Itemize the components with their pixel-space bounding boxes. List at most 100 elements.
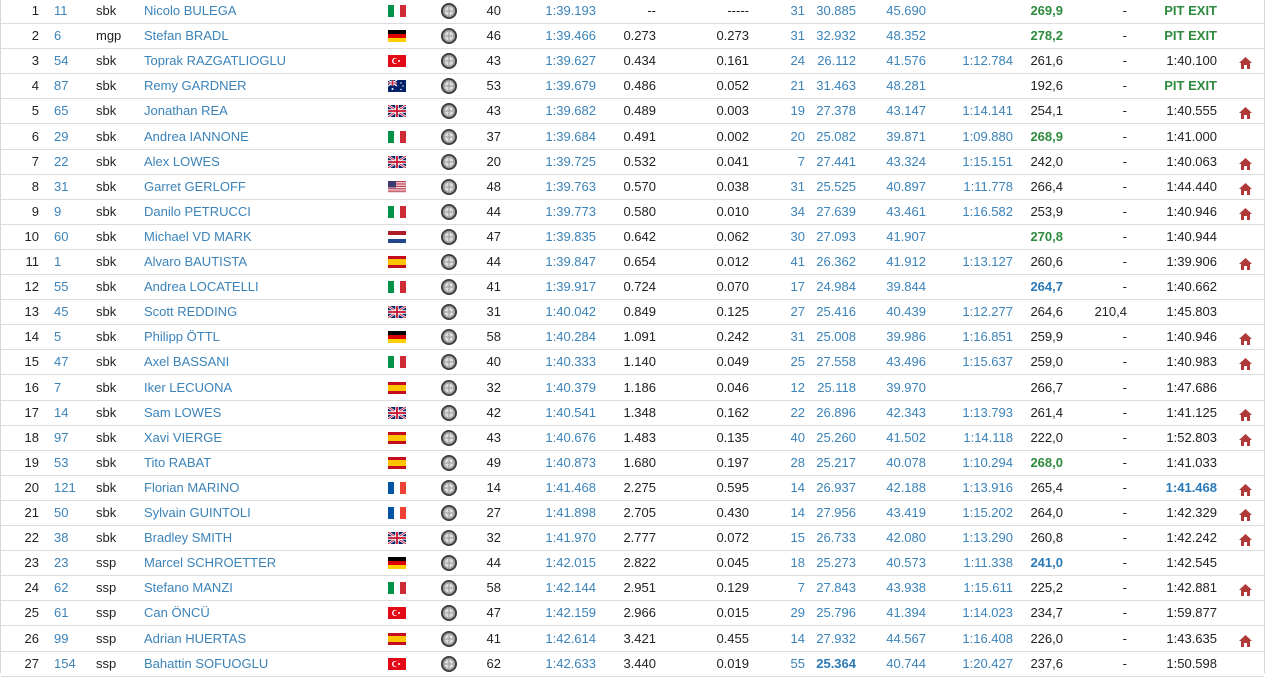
rider-name-link[interactable]: Jonathan REA [144, 99, 374, 123]
table-row: 1 11 sbk Nicolo BULEGA 40 1:39.193 -- ----- 31 30… [1, 0, 1264, 24]
rider-number-link[interactable]: 1 [54, 250, 90, 274]
rider-number-link[interactable]: 65 [54, 99, 90, 123]
sector-3-cell: 1:11.778 [963, 178, 1013, 194]
rider-name-link[interactable]: Alvaro BAUTISTA [144, 250, 374, 274]
best-time-link[interactable]: 1:39.466 [521, 24, 596, 48]
best-time-link[interactable]: 1:42.144 [521, 576, 596, 600]
tyre-icon [440, 27, 458, 45]
rider-number-link[interactable]: 29 [54, 125, 90, 149]
rider-name-link[interactable]: Axel BASSANI [144, 350, 374, 374]
rider-number-link[interactable]: 47 [54, 350, 90, 374]
rider-name-link[interactable]: Toprak RAZGATLIOGLU [144, 49, 374, 73]
rider-name-link[interactable]: Andrea LOCATELLI [144, 275, 374, 299]
best-time-link[interactable]: 1:39.679 [521, 74, 596, 98]
class-cell: mgp [96, 28, 122, 44]
best-time-link[interactable]: 1:41.898 [521, 501, 596, 525]
rider-number-link[interactable]: 53 [54, 451, 90, 475]
rider-name-link[interactable]: Stefano MANZI [144, 576, 374, 600]
rider-name-link[interactable]: Michael VD MARK [144, 225, 374, 249]
rider-number-link[interactable]: 61 [54, 601, 90, 625]
rider-name-link[interactable]: Philipp ÖTTL [144, 325, 374, 349]
rider-number-link[interactable]: 6 [54, 24, 90, 48]
rider-name-link[interactable]: Remy GARDNER [144, 74, 374, 98]
rider-number-link[interactable]: 60 [54, 225, 90, 249]
best-time-link[interactable]: 1:39.847 [521, 250, 596, 274]
best-time-link[interactable]: 1:42.614 [521, 627, 596, 651]
position-cell: 15 [24, 354, 39, 370]
rider-number-link[interactable]: 9 [54, 200, 90, 224]
rider-name-link[interactable]: Marcel SCHROETTER [144, 551, 374, 575]
rider-name-link[interactable]: Nicolo BULEGA [144, 0, 374, 23]
best-time-link[interactable]: 1:41.468 [521, 476, 596, 500]
rider-name-link[interactable]: Can ÖNCÜ [144, 601, 374, 625]
best-time-link[interactable]: 1:39.682 [521, 99, 596, 123]
rider-number-link[interactable]: 55 [54, 275, 90, 299]
best-time-link[interactable]: 1:42.633 [521, 652, 596, 676]
rider-number-link[interactable]: 99 [54, 627, 90, 651]
best-time-link[interactable]: 1:40.042 [521, 300, 596, 324]
country-flag-icon [388, 406, 406, 419]
rider-number-link[interactable]: 154 [54, 652, 90, 676]
rider-number-link[interactable]: 97 [54, 426, 90, 450]
last-lap-cell: PIT EXIT [1164, 3, 1217, 18]
rider-number-link[interactable]: 121 [54, 476, 90, 500]
rider-name-link[interactable]: Danilo PETRUCCI [144, 200, 374, 224]
gap-previous-cell: 0.273 [716, 28, 749, 44]
rider-name-link[interactable]: Alex LOWES [144, 150, 374, 174]
rider-name-link[interactable]: Bradley SMITH [144, 526, 374, 550]
rider-name-link[interactable]: Andrea IANNONE [144, 125, 374, 149]
class-cell: sbk [96, 404, 117, 420]
best-time-link[interactable]: 1:42.159 [521, 601, 596, 625]
rider-number-link[interactable]: 14 [54, 401, 90, 425]
sector-2-cell: 40.744 [886, 655, 926, 671]
best-lap-number-cell: 29 [790, 605, 805, 621]
rider-name-link[interactable]: Sam LOWES [144, 401, 374, 425]
rider-number-link[interactable]: 11 [54, 0, 90, 23]
rider-name-link[interactable]: Bahattin SOFUOGLU [144, 652, 374, 676]
best-time-link[interactable]: 1:40.541 [521, 401, 596, 425]
rider-number-link[interactable]: 62 [54, 576, 90, 600]
rider-name-link[interactable]: Scott REDDING [144, 300, 374, 324]
best-time-link[interactable]: 1:39.763 [521, 175, 596, 199]
table-row: 25 61 ssp Can ÖNCÜ 47 1:42.159 2.966 0.015 29 25.… [1, 601, 1264, 627]
best-time-link[interactable]: 1:39.684 [521, 125, 596, 149]
rider-name-link[interactable]: Stefan BRADL [144, 24, 374, 48]
rider-name-link[interactable]: Tito RABAT [144, 451, 374, 475]
best-time-link[interactable]: 1:39.917 [521, 275, 596, 299]
best-time-link[interactable]: 1:40.284 [521, 325, 596, 349]
best-time-link[interactable]: 1:40.379 [521, 376, 596, 400]
table-row: 19 53 sbk Tito RABAT 49 1:40.873 1.680 0.197 28 2… [1, 451, 1264, 476]
rider-number-link[interactable]: 31 [54, 175, 90, 199]
rider-number-link[interactable]: 38 [54, 526, 90, 550]
laps-cell: 53 [486, 78, 501, 94]
best-time-link[interactable]: 1:39.835 [521, 225, 596, 249]
best-time-link[interactable]: 1:40.333 [521, 350, 596, 374]
rider-name-link[interactable]: Iker LECUONA [144, 376, 374, 400]
best-time-link[interactable]: 1:40.676 [521, 426, 596, 450]
best-time-link[interactable]: 1:39.627 [521, 49, 596, 73]
best-time-link[interactable]: 1:39.193 [521, 0, 596, 23]
rider-number-link[interactable]: 22 [54, 150, 90, 174]
class-cell: sbk [96, 78, 117, 94]
best-time-link[interactable]: 1:42.015 [521, 551, 596, 575]
rider-number-link[interactable]: 54 [54, 49, 90, 73]
sector-1-cell: 26.896 [816, 404, 856, 420]
rider-number-link[interactable]: 7 [54, 376, 90, 400]
best-time-link[interactable]: 1:39.773 [521, 200, 596, 224]
best-lap-number-cell: 12 [790, 379, 805, 395]
rider-name-link[interactable]: Florian MARINO [144, 476, 374, 500]
rider-name-link[interactable]: Adrian HUERTAS [144, 627, 374, 651]
rider-number-link[interactable]: 5 [54, 325, 90, 349]
rider-name-link[interactable]: Garret GERLOFF [144, 175, 374, 199]
rider-number-link[interactable]: 23 [54, 551, 90, 575]
best-time-link[interactable]: 1:40.873 [521, 451, 596, 475]
rider-number-link[interactable]: 50 [54, 501, 90, 525]
best-time-link[interactable]: 1:39.725 [521, 150, 596, 174]
best-time-link[interactable]: 1:41.970 [521, 526, 596, 550]
rider-name-link[interactable]: Sylvain GUINTOLI [144, 501, 374, 525]
sector-3-cell [941, 275, 1013, 299]
rider-number-link[interactable]: 45 [54, 300, 90, 324]
rider-name-link[interactable]: Xavi VIERGE [144, 426, 374, 450]
rider-number-link[interactable]: 87 [54, 74, 90, 98]
table-row: 22 38 sbk Bradley SMITH 32 1:41.970 2.777 0.072… [1, 526, 1264, 552]
